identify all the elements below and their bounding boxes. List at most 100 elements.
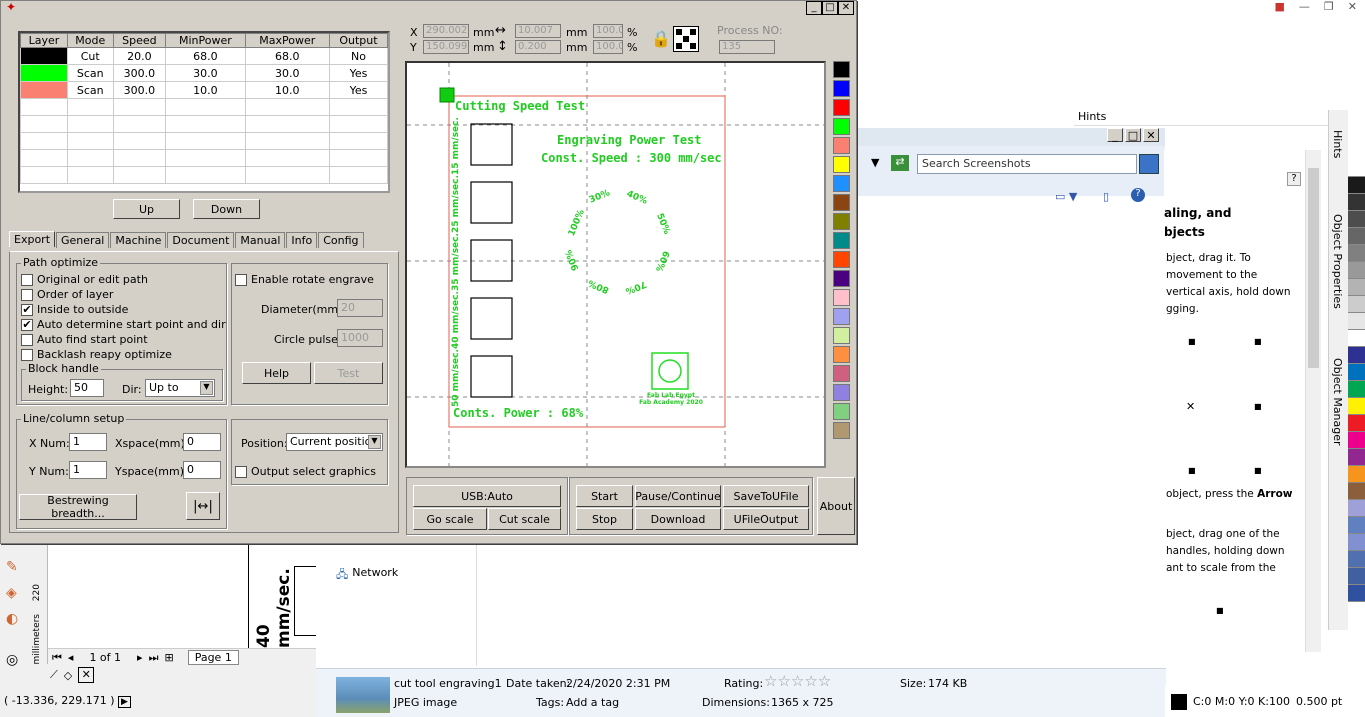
last-page-icon[interactable]: ⏭ [149,651,159,665]
layer-color-swatch[interactable] [833,232,850,249]
path-option-checkbox[interactable]: ✔ Auto determine start point and dir [21,318,226,331]
maximize-icon[interactable]: □ [822,1,838,15]
add-page-icon[interactable]: ⊞ [164,651,173,664]
cut-scale-button[interactable]: Cut scale [488,508,561,530]
palette-color-swatch[interactable] [1348,500,1365,517]
palette-color-swatch[interactable] [1348,279,1365,296]
help-icon[interactable]: ? [1287,172,1301,186]
up-button[interactable]: Up [113,199,180,219]
palette-color-swatch[interactable] [1348,194,1365,211]
tags-value[interactable]: Add a tag [566,696,619,709]
table-row[interactable] [20,98,389,116]
help-icon[interactable]: ? [1131,188,1145,202]
down-button[interactable]: Down [193,199,260,219]
spacing-icon[interactable]: |↔| [186,492,220,520]
about-button[interactable]: About [817,477,855,535]
refresh-icon[interactable]: ⇄ [891,155,909,171]
layer-color-swatch[interactable] [833,365,850,382]
rating-stars[interactable]: ☆☆☆☆☆ [764,672,831,690]
start-button[interactable]: Start [576,485,633,507]
palette-color-swatch[interactable] [1348,228,1365,245]
palette-color-swatch[interactable] [1348,568,1365,585]
restore-icon[interactable]: ❐ [1324,0,1334,14]
tab-general[interactable]: General [56,232,110,248]
nav-network[interactable]: 🖧 Network [336,566,398,585]
path-option-checkbox[interactable]: Backlash reapy optimize [21,348,172,361]
tab-hints[interactable]: Hints [1331,130,1344,158]
layer-color-swatch[interactable] [833,137,850,154]
table-row[interactable] [20,166,389,184]
tab-object-properties[interactable]: Object Properties [1331,214,1344,309]
corel-canvas[interactable]: 40 mm/sec. [48,544,316,649]
play-icon[interactable]: ▶ [118,696,131,708]
layer-color-swatch[interactable] [833,422,850,439]
pulse-input[interactable]: 1000 [337,329,383,347]
hints-scrollbar[interactable] [1305,150,1321,652]
search-icon[interactable] [1139,154,1159,174]
go-scale-button[interactable]: Go scale [413,508,487,530]
path-option-checkbox[interactable]: Order of layer [21,288,113,301]
tab-info[interactable]: Info [286,232,318,248]
preview-canvas[interactable]: Cutting Speed Test Engraving Power Test … [405,61,826,468]
palette-color-swatch[interactable] [1348,262,1365,279]
layer-color-swatch[interactable] [833,403,850,420]
palette-color-swatch[interactable] [1348,432,1365,449]
add-tool-icon[interactable]: ◎ [6,652,18,668]
table-row[interactable] [20,115,389,133]
fill-swatch[interactable] [1171,693,1187,710]
ynum-input[interactable]: 1 [69,461,107,479]
palette-color-swatch[interactable] [1348,160,1365,177]
palette-color-swatch[interactable] [1348,347,1365,364]
layer-color-swatch[interactable] [833,118,850,135]
palette-color-swatch[interactable] [1348,330,1365,347]
layer-color-swatch[interactable] [833,270,850,287]
enable-rotate-checkbox[interactable]: Enable rotate engrave [235,273,374,286]
width-field[interactable]: 10.007 [515,24,561,38]
minimize-icon[interactable]: — [1299,0,1310,14]
scale-w-field[interactable]: 100.0 [593,24,623,38]
path-option-checkbox[interactable]: Original or edit path [21,273,148,286]
table-row[interactable]: Cut 20.0 68.0 68.0 No [20,47,389,65]
corel-window-controls[interactable]: ■ — ❐ ✕ [1275,0,1358,14]
user-icon[interactable]: ■ [1275,0,1285,14]
layer-color-swatch[interactable] [833,251,850,268]
height-input[interactable]: 50 [70,379,104,397]
tab-object-manager[interactable]: Object Manager [1331,358,1344,446]
palette-color-swatch[interactable] [1348,585,1365,602]
tab-document[interactable]: Document [167,232,235,248]
layer-color-swatch[interactable] [833,289,850,306]
maximize-icon[interactable]: □ [1125,128,1141,142]
layer-color-swatch[interactable] [833,384,850,401]
close-icon[interactable]: ✕ [838,1,854,15]
view-icon[interactable]: ▭ ▼ [1055,190,1077,203]
palette-color-swatch[interactable] [1348,245,1365,262]
tab-config[interactable]: Config [318,232,364,248]
palette-color-swatch[interactable] [1348,483,1365,500]
next-page-icon[interactable]: ▸ [137,651,143,664]
palette-color-swatch[interactable] [1348,364,1365,381]
test-button[interactable]: Test [314,362,383,384]
scale-h-field[interactable]: 100.0 [593,40,623,54]
pause-continue-button[interactable]: Pause/Continue [635,485,721,507]
x-field[interactable]: 290.002 [423,24,469,38]
preview-pane-icon[interactable]: ▯ [1103,190,1109,203]
path-option-checkbox[interactable]: ✔ Inside to outside [21,303,128,316]
diameter-input[interactable]: 20 [337,299,383,317]
palette-color-swatch[interactable] [1348,534,1365,551]
layer-color-swatch[interactable] [833,175,850,192]
layer-color-swatch[interactable] [833,80,850,97]
tab-machine[interactable]: Machine [110,232,167,248]
layer-color-swatch[interactable] [833,327,850,344]
palette-color-swatch[interactable] [1348,551,1365,568]
layer-color-swatch[interactable] [833,61,850,78]
close-icon[interactable]: ✕ [1348,0,1357,14]
path-option-checkbox[interactable]: Auto find start point [21,333,148,346]
table-row[interactable] [20,132,389,150]
dir-select[interactable]: Up to bott ▼ [145,379,215,397]
layer-color-swatch[interactable] [833,308,850,325]
prev-page-icon[interactable]: ◂ [68,651,74,664]
close-icon[interactable]: ✕ [1143,128,1159,142]
palette-color-swatch[interactable] [1348,177,1365,194]
chevron-down-icon[interactable]: ▼ [368,435,381,449]
stop-button[interactable]: Stop [576,508,633,530]
